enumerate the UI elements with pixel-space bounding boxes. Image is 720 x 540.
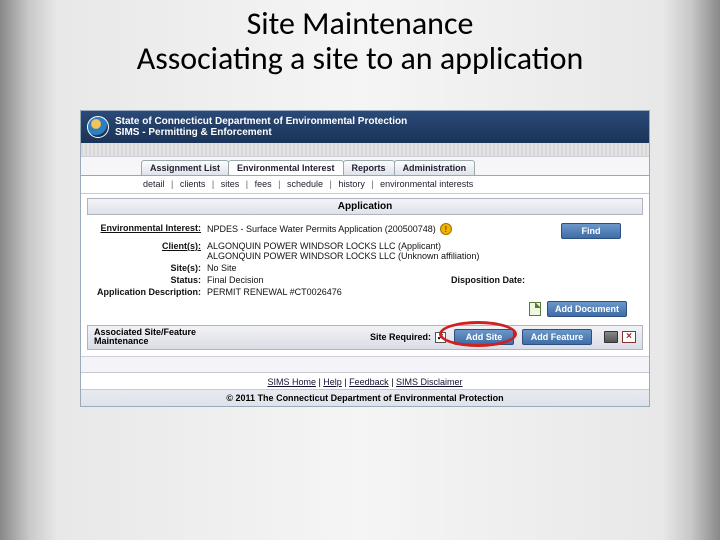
site-required-checkbox[interactable]: ✓ (435, 332, 446, 343)
application-form: Environmental Interest: NPDES - Surface … (87, 219, 643, 325)
footer-links: SIMS Home | Help | Feedback | SIMS Discl… (81, 372, 649, 389)
footer-link-home[interactable]: SIMS Home (267, 377, 316, 387)
app-header: State of Connecticut Department of Envir… (81, 111, 649, 143)
subnav-sites[interactable]: sites (219, 179, 242, 189)
application-section-title: Application (87, 198, 643, 215)
site-required-label: Site Required: (370, 332, 431, 342)
assoc-title: Associated Site/FeatureMaintenance (94, 328, 214, 347)
dep-logo-icon (87, 116, 109, 138)
subnav-detail[interactable]: detail (141, 179, 167, 189)
sites-label: Site(s): (95, 263, 207, 273)
subnav-schedule[interactable]: schedule (285, 179, 325, 189)
toolbar-strip (81, 143, 649, 157)
slide-title: Site Maintenance Associating a site to a… (0, 0, 720, 76)
add-feature-button[interactable]: Add Feature (522, 329, 592, 345)
subnav-fees[interactable]: fees (253, 179, 274, 189)
tab-administration[interactable]: Administration (394, 160, 476, 175)
env-interest-value: NPDES - Surface Water Permits Applicatio… (207, 224, 436, 234)
disposition-date-label: Disposition Date: (451, 275, 635, 285)
add-document-button[interactable]: Add Document (547, 301, 627, 317)
associated-site-bar: Associated Site/FeatureMaintenance Site … (87, 325, 643, 350)
subnav-history[interactable]: history (336, 179, 367, 189)
subnav-env-interests[interactable]: environmental interests (378, 179, 475, 189)
client-value-1: ALGONQUIN POWER WINDSOR LOCKS LLC (Appli… (207, 241, 635, 251)
app-window: State of Connecticut Department of Envir… (80, 110, 650, 407)
printer-icon[interactable] (604, 331, 618, 343)
add-site-button[interactable]: Add Site (454, 329, 514, 345)
client-value-2: ALGONQUIN POWER WINDSOR LOCKS LLC (Unkno… (207, 251, 635, 261)
app-desc-label: Application Description: (95, 287, 207, 297)
header-org: State of Connecticut Department of Envir… (115, 116, 407, 128)
footer-link-feedback[interactable]: Feedback (349, 377, 389, 387)
app-desc-value: PERMIT RENEWAL #CT0026476 (207, 287, 635, 297)
status-value: Final Decision (207, 275, 451, 285)
main-tabs: Assignment List Environmental Interest R… (81, 157, 649, 176)
warning-icon[interactable]: ! (440, 223, 452, 235)
slide-title-line1: Site Maintenance (0, 6, 720, 41)
footer-link-help[interactable]: Help (323, 377, 342, 387)
tab-assignment-list[interactable]: Assignment List (141, 160, 229, 175)
status-label: Status: (95, 275, 207, 285)
footer-copyright: © 2011 The Connecticut Department of Env… (81, 389, 649, 406)
clients-label: Client(s): (95, 241, 207, 251)
slide-title-line2: Associating a site to an application (0, 41, 720, 76)
document-icon[interactable] (529, 302, 541, 316)
subnav-clients[interactable]: clients (178, 179, 208, 189)
find-button[interactable]: Find (561, 223, 621, 239)
tab-reports[interactable]: Reports (343, 160, 395, 175)
spacer (81, 356, 649, 372)
footer-link-disclaimer[interactable]: SIMS Disclaimer (396, 377, 463, 387)
env-interest-label: Environmental Interest: (95, 223, 207, 233)
header-system: SIMS - Permitting & Enforcement (115, 127, 407, 139)
sub-nav: detail | clients | sites | fees | schedu… (81, 176, 649, 194)
close-icon[interactable]: × (622, 331, 636, 343)
sites-value: No Site (207, 263, 635, 273)
tab-environmental-interest[interactable]: Environmental Interest (228, 160, 344, 175)
